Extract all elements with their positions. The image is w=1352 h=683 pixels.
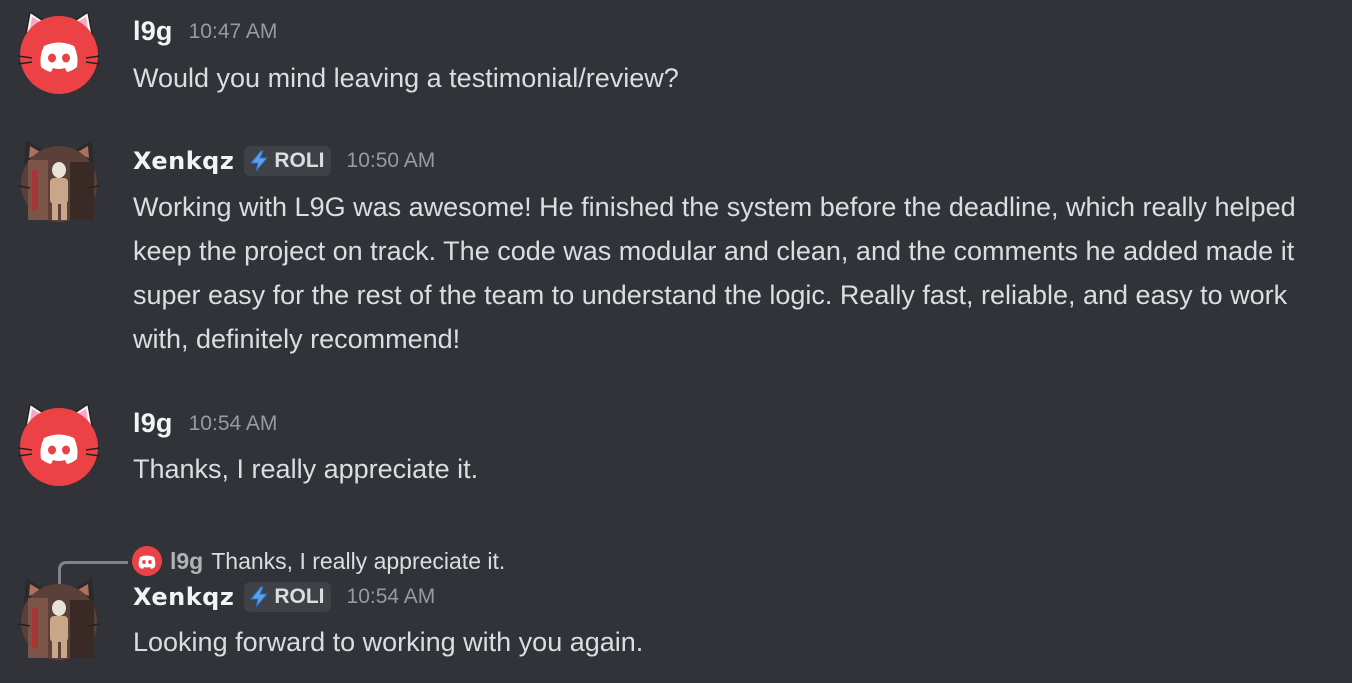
server-tag-label: ROLI <box>274 585 325 608</box>
chat-message-list: l9g 10:47 AM Would you mind leaving a te… <box>0 0 1352 683</box>
message-header: l9g 10:54 AM <box>133 408 277 439</box>
server-tag-label: ROLI <box>274 149 325 172</box>
server-tag[interactable]: ROLI <box>244 146 331 176</box>
username[interactable]: l9g <box>133 16 173 47</box>
timestamp[interactable]: 10:50 AM <box>347 149 436 173</box>
user-cat-avatar-icon <box>18 140 100 222</box>
username[interactable]: l9g <box>133 408 173 439</box>
avatar[interactable] <box>18 12 100 94</box>
reply-author[interactable]: l9g <box>170 548 203 575</box>
message-content: Looking forward to working with you agai… <box>133 627 644 657</box>
timestamp[interactable]: 10:54 AM <box>189 412 278 436</box>
reply-preview[interactable]: l9g Thanks, I really appreciate it. <box>58 537 505 585</box>
avatar[interactable] <box>18 578 100 660</box>
avatar[interactable] <box>18 404 100 486</box>
timestamp[interactable]: 10:54 AM <box>347 585 436 609</box>
user-cat-avatar-icon <box>18 578 100 660</box>
avatar[interactable] <box>18 140 100 222</box>
username[interactable]: Xenkqz <box>133 147 234 175</box>
message-content: Would you mind leaving a testimonial/rev… <box>133 63 679 93</box>
timestamp[interactable]: 10:47 AM <box>189 20 278 44</box>
message-header: Xenkqz ROLI 10:50 AM <box>133 146 435 176</box>
username[interactable]: Xenkqz <box>133 583 234 611</box>
message-content: Thanks, I really appreciate it. <box>133 454 479 484</box>
lightning-icon <box>250 586 269 608</box>
reply-content[interactable]: Thanks, I really appreciate it. <box>211 548 505 575</box>
message-content: Working with L9G was awesome! He finishe… <box>133 192 1296 354</box>
message-header: l9g 10:47 AM <box>133 16 277 47</box>
discord-cat-avatar-icon <box>18 12 100 94</box>
discord-icon <box>132 546 162 576</box>
discord-cat-avatar-icon <box>18 404 100 486</box>
server-tag[interactable]: ROLI <box>244 582 331 612</box>
lightning-icon <box>250 150 269 172</box>
message-header: Xenkqz ROLI 10:54 AM <box>133 582 435 612</box>
